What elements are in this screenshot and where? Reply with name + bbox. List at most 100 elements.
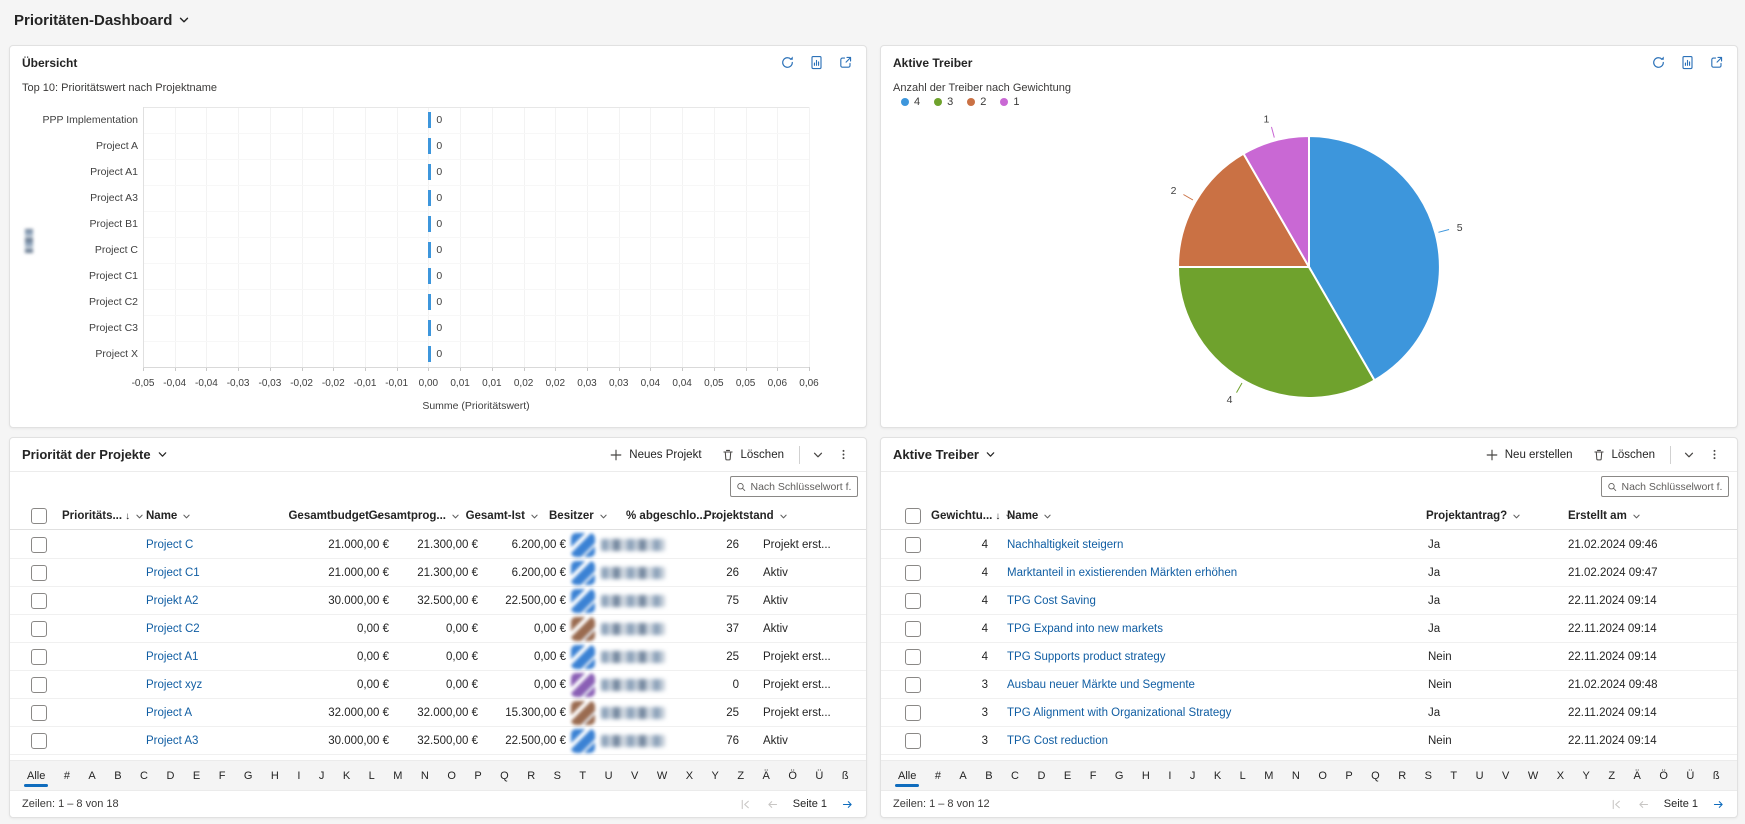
table-row[interactable]: 4 TPG Expand into new markets Ja 22.11.2024…	[881, 615, 1737, 643]
cell-name[interactable]: TPG Cost Saving	[1007, 587, 1096, 615]
cell-name[interactable]: Project C1	[146, 559, 200, 587]
jumpbar-letter-A[interactable]: A	[958, 766, 967, 786]
column-header-name[interactable]: Name	[1007, 502, 1052, 530]
jumpbar-letter-M[interactable]: M	[1263, 766, 1274, 786]
jumpbar-letter-Y[interactable]: Y	[1582, 766, 1591, 786]
table-row[interactable]: 4 Nachhaltigkeit steigern Ja 21.02.2024 09:…	[881, 531, 1737, 559]
driver-link[interactable]: Nachhaltigkeit steigern	[1007, 539, 1123, 551]
jumpbar-letter-O[interactable]: O	[446, 766, 457, 786]
jumpbar-letter-B[interactable]: B	[113, 766, 122, 786]
jumpbar-letter-S[interactable]: S	[1424, 766, 1433, 786]
next-page-icon[interactable]	[841, 798, 854, 811]
cell-name[interactable]: Project xyz	[146, 671, 202, 699]
table-row[interactable]: Project A 32.000,00 € 32.000,00 € 15.300,00…	[10, 699, 866, 727]
more-commands-icon[interactable]	[834, 446, 852, 464]
driver-link[interactable]: TPG Expand into new markets	[1007, 623, 1163, 635]
row-checkbox[interactable]	[31, 621, 47, 637]
jumpbar-letter-Q[interactable]: Q	[499, 766, 510, 786]
column-header-gewichtu-[interactable]: Gewichtu... ↓	[931, 502, 1014, 530]
table-row[interactable]: Project A1 0,00 € 0,00 € 0,00 € 25 Projekt er…	[10, 643, 866, 671]
jumpbar-letter-C[interactable]: C	[1010, 766, 1020, 786]
more-commands-icon[interactable]	[1705, 446, 1723, 464]
jumpbar-letter-L[interactable]: L	[1239, 766, 1247, 786]
search-input[interactable]	[750, 480, 852, 493]
jumpbar-letter-F[interactable]: F	[218, 766, 227, 786]
row-checkbox[interactable]	[905, 705, 921, 721]
cell-name[interactable]: TPG Alignment with Organizational Strate…	[1007, 699, 1231, 727]
jumpbar-letter-T[interactable]: T	[1449, 766, 1458, 786]
cell-name[interactable]: TPG Expand into new markets	[1007, 615, 1163, 643]
cell-name[interactable]: Project A	[146, 699, 192, 727]
jumpbar-letter-R[interactable]: R	[1397, 766, 1407, 786]
jumpbar-letter-D[interactable]: D	[165, 766, 175, 786]
table-row[interactable]: Project C 21.000,00 € 21.300,00 € 6.200,00 …	[10, 531, 866, 559]
cell-name[interactable]: Project C	[146, 531, 193, 559]
jumpbar-letter-Ä[interactable]: Ä	[762, 766, 771, 786]
row-checkbox[interactable]	[31, 677, 47, 693]
jumpbar-letter-H[interactable]: H	[270, 766, 280, 786]
previous-page-icon[interactable]	[766, 798, 779, 811]
project-link[interactable]: Project A3	[146, 735, 198, 747]
jumpbar-letter-#[interactable]: #	[934, 766, 942, 786]
column-header-erstellt-am[interactable]: Erstellt am	[1568, 502, 1641, 530]
driver-link[interactable]: TPG Cost Saving	[1007, 595, 1096, 607]
jumpbar-letter-ß[interactable]: ß	[841, 766, 850, 786]
jumpbar-letter-I[interactable]: I	[296, 766, 301, 786]
select-all-checkbox[interactable]	[905, 508, 921, 524]
view-selector-chevron-icon[interactable]	[985, 449, 996, 460]
jumpbar-letter-P[interactable]: P	[1344, 766, 1353, 786]
project-link[interactable]: Project C2	[146, 623, 200, 635]
cell-name[interactable]: Project C2	[146, 615, 200, 643]
column-header-besitzer[interactable]: Besitzer	[549, 502, 608, 530]
jumpbar-letter-K[interactable]: K	[1213, 766, 1222, 786]
jumpbar-letter-I[interactable]: I	[1167, 766, 1172, 786]
table-row[interactable]: Projekt A2 30.000,00 € 32.500,00 € 22.500,0…	[10, 587, 866, 615]
column-header-gesamtprog-[interactable]: Gesamtprog...	[369, 502, 460, 530]
row-checkbox[interactable]	[905, 733, 921, 749]
toolbar-chevron-down-icon[interactable]	[809, 446, 827, 464]
jumpbar-letter-Ä[interactable]: Ä	[1633, 766, 1642, 786]
cell-name[interactable]: Nachhaltigkeit steigern	[1007, 531, 1123, 559]
jumpbar-letter-A[interactable]: A	[87, 766, 96, 786]
row-checkbox[interactable]	[905, 593, 921, 609]
jumpbar-letter-Z[interactable]: Z	[1607, 766, 1616, 786]
previous-page-icon[interactable]	[1637, 798, 1650, 811]
project-link[interactable]: Projekt A2	[146, 595, 198, 607]
table-row[interactable]: Project C1 21.000,00 € 21.300,00 € 6.200,00…	[10, 559, 866, 587]
jumpbar-letter-Q[interactable]: Q	[1370, 766, 1381, 786]
jumpbar-letter-S[interactable]: S	[553, 766, 562, 786]
delete-button[interactable]: Löschen	[715, 444, 790, 466]
jumpbar-letter-O[interactable]: O	[1317, 766, 1328, 786]
row-checkbox[interactable]	[31, 537, 47, 553]
row-checkbox[interactable]	[31, 733, 47, 749]
column-header-priorit-ts-[interactable]: Prioritäts... ↓	[62, 502, 144, 530]
page-title-chevron-down-icon[interactable]	[178, 14, 190, 26]
jumpbar-letter-W[interactable]: W	[656, 766, 668, 786]
jumpbar-letter-V[interactable]: V	[630, 766, 639, 786]
new-record-button[interactable]: Neu erstellen	[1479, 444, 1579, 466]
jumpbar-letter-C[interactable]: C	[139, 766, 149, 786]
jumpbar-letter-G[interactable]: G	[1114, 766, 1125, 786]
report-icon[interactable]	[1678, 54, 1696, 72]
jumpbar-letter-P[interactable]: P	[473, 766, 482, 786]
jumpbar-letter-U[interactable]: U	[1475, 766, 1485, 786]
jumpbar-letter-Y[interactable]: Y	[711, 766, 720, 786]
jumpbar-letter-N[interactable]: N	[420, 766, 430, 786]
jumpbar-letter-X[interactable]: X	[1556, 766, 1565, 786]
column-header-gesamt-ist[interactable]: Gesamt-Ist	[466, 502, 539, 530]
row-checkbox[interactable]	[905, 621, 921, 637]
table-row[interactable]: 3 Ausbau neuer Märkte und Segmente Nein 21.…	[881, 671, 1737, 699]
row-checkbox[interactable]	[31, 649, 47, 665]
table-row[interactable]: Project xyz 0,00 € 0,00 € 0,00 € 0 Projekt er…	[10, 671, 866, 699]
jumpbar-letter-L[interactable]: L	[368, 766, 376, 786]
toolbar-chevron-down-icon[interactable]	[1680, 446, 1698, 464]
project-link[interactable]: Project A	[146, 707, 192, 719]
search-input[interactable]	[1621, 480, 1723, 493]
jumpbar-letter-Ü[interactable]: Ü	[1685, 766, 1695, 786]
row-checkbox[interactable]	[905, 677, 921, 693]
next-page-icon[interactable]	[1712, 798, 1725, 811]
jumpbar-letter-N[interactable]: N	[1291, 766, 1301, 786]
table-row[interactable]: Project A3 30.000,00 € 32.500,00 € 22.500,0…	[10, 727, 866, 755]
jumpbar-letter-E[interactable]: E	[1063, 766, 1072, 786]
first-page-icon[interactable]	[1610, 798, 1623, 811]
